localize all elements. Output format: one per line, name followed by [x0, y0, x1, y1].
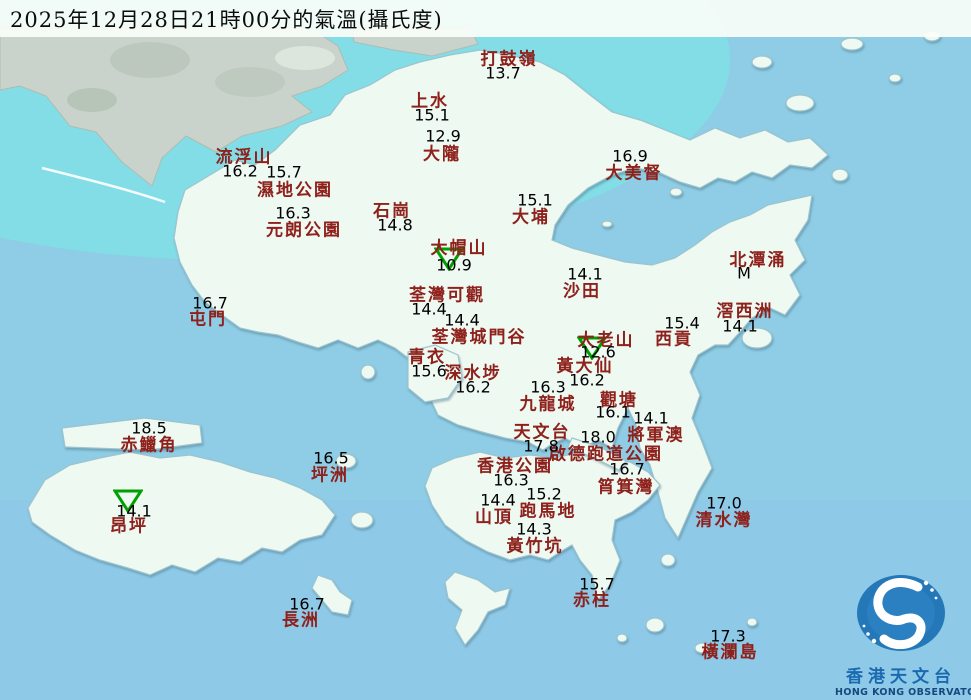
station-value: 14.1	[722, 316, 758, 336]
station-value: 12.9	[425, 126, 461, 146]
station-value: 17.8	[523, 436, 559, 456]
station-value: 15.7	[266, 162, 302, 182]
hko-logo-icon	[857, 575, 945, 651]
station-value: 16.2	[569, 370, 605, 390]
station-value: 15.7	[579, 574, 615, 594]
hko-logo-chinese: 香港天文台	[846, 667, 956, 687]
station-value: 16.3	[275, 203, 311, 223]
temperature-map-screen: 2025年12月28日21時00分的氣溫(攝氏度) 13.7 打鼓嶺 15.1 上水 1…	[0, 0, 971, 700]
station-value: 15.6	[411, 361, 447, 381]
station-value: 14.8	[377, 215, 413, 235]
station-value: 15.2	[526, 484, 562, 504]
station-value: 15.4	[664, 313, 700, 333]
station-value: 16.2	[222, 161, 258, 181]
station-value: 14.4	[411, 299, 447, 319]
station-value: 14.1	[567, 264, 603, 284]
station-value: 16.2	[455, 377, 491, 397]
station-value: 14.1	[116, 501, 152, 521]
station-value: 15.1	[414, 105, 450, 125]
station-value: 18.5	[131, 418, 167, 438]
station-value: 16.3	[530, 377, 566, 397]
station-value: 16.7	[289, 594, 325, 614]
hko-logo: 香港天文台 HONG KONG OBSERVATORY	[835, 569, 971, 698]
station-value: M	[737, 263, 751, 283]
station-value: 14.3	[516, 519, 552, 539]
station-value: 16.5	[313, 448, 349, 468]
station-value: 16.7	[609, 459, 645, 479]
hko-logo-english: HONG KONG OBSERVATORY	[835, 687, 971, 698]
station-value: 16.7	[192, 293, 228, 313]
station-value: 12.6	[580, 342, 616, 362]
map-title: 2025年12月28日21時00分的氣溫(攝氏度)	[10, 7, 443, 32]
station-value: 16.3	[493, 470, 529, 490]
station-value: 14.1	[633, 408, 669, 428]
station-value: 17.3	[710, 626, 746, 646]
station-value: 14.4	[480, 490, 516, 510]
station-value: 15.1	[517, 190, 553, 210]
title-bar: 2025年12月28日21時00分的氣溫(攝氏度)	[0, 0, 971, 37]
station-value: 13.7	[485, 63, 521, 83]
station-value: 16.1	[595, 402, 631, 422]
station-value: 10.9	[436, 255, 472, 275]
station-value: 18.0	[580, 427, 616, 447]
station-value: 14.4	[444, 310, 480, 330]
hong-kong-map	[0, 0, 971, 700]
station-value: 16.9	[612, 146, 648, 166]
station-value: 17.0	[706, 493, 742, 513]
